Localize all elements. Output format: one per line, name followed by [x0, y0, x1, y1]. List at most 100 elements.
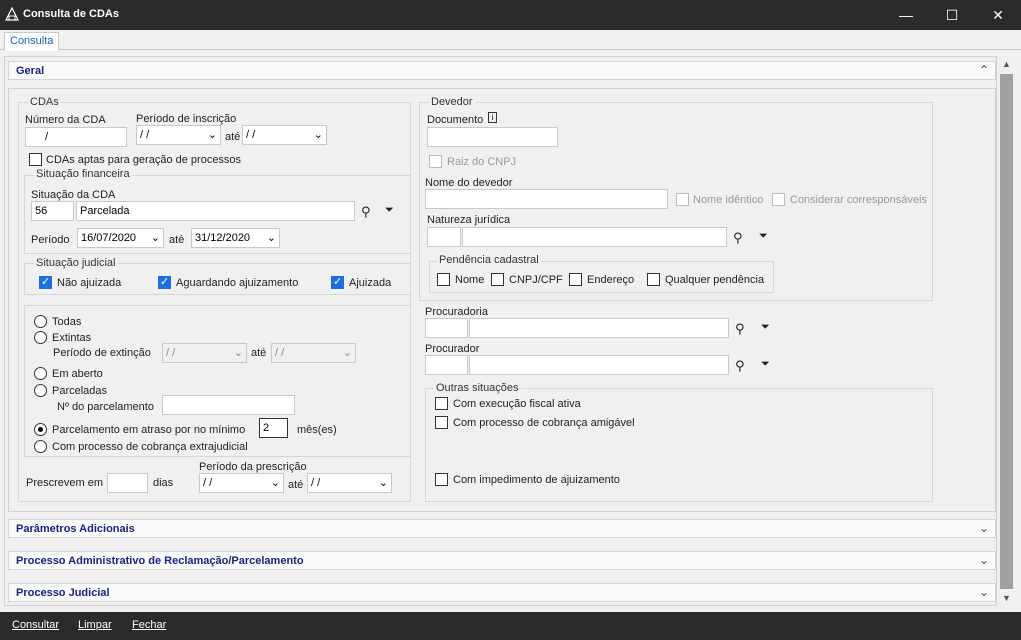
procuradoria-desc-input[interactable] [469, 318, 729, 338]
section-parametros-label: Parâmetros Adicionais [16, 523, 135, 535]
search-icon[interactable]: ⚲ [735, 321, 745, 337]
section-processo-judicial-label: Processo Judicial [16, 587, 110, 599]
pendencia-label: Pendência cadastral [437, 254, 541, 266]
parceladas-label: Parceladas [52, 385, 108, 397]
ajuizada-label: Ajuizada [349, 277, 392, 289]
natureza-label: Natureza jurídica [427, 214, 511, 226]
scroll-thumb[interactable] [1000, 74, 1013, 589]
limpar-button[interactable]: Limpar [78, 619, 112, 631]
periodo-ate-combo[interactable]: 31/12/2020 ⌄ [191, 228, 280, 248]
situacao-code-input[interactable]: 56 [31, 201, 74, 221]
section-parametros[interactable]: Parâmetros Adicionais ⌄ [8, 519, 996, 538]
search-icon[interactable]: ⚲ [735, 358, 745, 374]
chevron-up-icon[interactable]: ⌃ [979, 63, 989, 77]
execucao-label: Com execução fiscal ativa [453, 398, 581, 410]
periodo-extincao-label: Período de extinção [53, 347, 151, 359]
ate-label: até [251, 347, 267, 359]
procuradoria-code-input[interactable] [425, 318, 468, 338]
prescrevem-input[interactable] [107, 473, 148, 493]
tab-consulta[interactable]: Consulta [4, 32, 60, 51]
close-button[interactable]: ✕ [975, 0, 1021, 30]
chevron-down-icon: ⌄ [233, 347, 243, 359]
chevron-down-icon[interactable]: ⌄ [979, 521, 989, 535]
situacao-judicial-label: Situação judicial [34, 257, 118, 269]
num-parcelamento-input[interactable] [162, 395, 295, 415]
documento-input[interactable] [427, 127, 558, 147]
section-processo-admin-label: Processo Administrativo de Reclamação/Pa… [16, 555, 304, 567]
chevron-down-icon[interactable]: ⌄ [979, 553, 989, 567]
parceladas-radio[interactable] [34, 384, 47, 397]
aguardando-label: Aguardando ajuizamento [176, 277, 299, 289]
natureza-desc-input[interactable] [462, 227, 727, 247]
search-icon[interactable]: ⚲ [361, 204, 371, 220]
chevron-down-icon: ⌄ [378, 477, 388, 489]
nome-devedor-input[interactable] [425, 189, 668, 209]
execucao-checkbox[interactable] [435, 397, 448, 410]
filter-icon[interactable]: ⏷ [385, 204, 394, 217]
cobranca-extrajudicial-radio[interactable] [34, 440, 47, 453]
em-aberto-label: Em aberto [52, 368, 103, 380]
section-processo-judicial[interactable]: Processo Judicial ⌄ [8, 583, 996, 602]
procurador-label: Procurador [425, 343, 480, 355]
atraso-label: Parcelamento em atraso por no mínimo [52, 424, 246, 436]
procurador-code-input[interactable] [425, 355, 468, 375]
nao-ajuizada-label: Não ajuizada [57, 277, 122, 289]
minimize-button[interactable]: — [883, 0, 929, 30]
nao-ajuizada-checkbox[interactable] [39, 275, 52, 289]
pend-qualquer-checkbox[interactable] [647, 273, 660, 286]
periodo-extincao-ate[interactable]: / / ⌄ [271, 343, 356, 363]
extintas-radio[interactable] [34, 331, 47, 344]
aptas-checkbox[interactable] [29, 153, 42, 166]
num-parcelamento-label: Nº do parcelamento [57, 401, 154, 413]
ajuizada-checkbox[interactable] [331, 275, 344, 289]
scroll-up-icon[interactable]: ▲ [998, 56, 1015, 72]
periodo-extincao-de[interactable]: / / ⌄ [162, 343, 247, 363]
aguardando-checkbox[interactable] [158, 275, 171, 289]
fechar-button[interactable]: Fechar [132, 619, 166, 631]
filter-icon[interactable]: ⏷ [761, 321, 770, 334]
procurador-desc-input[interactable] [469, 355, 729, 375]
atraso-input[interactable]: 2 [259, 418, 288, 438]
filter-icon[interactable]: ⏷ [759, 230, 768, 243]
filter-icon[interactable]: ⏷ [761, 358, 770, 371]
chevron-down-icon: ⌄ [342, 347, 352, 359]
pend-endereco-label: Endereço [587, 274, 635, 286]
scroll-down-icon[interactable]: ▼ [998, 590, 1015, 606]
todas-radio[interactable] [34, 315, 47, 328]
numero-cda-input[interactable]: / [25, 127, 127, 147]
em-aberto-radio[interactable] [34, 367, 47, 380]
prescricao-de-combo[interactable]: / / ⌄ [199, 473, 284, 493]
raiz-cnpj-label: Raiz do CNPJ [447, 156, 517, 168]
section-processo-admin[interactable]: Processo Administrativo de Reclamação/Pa… [8, 551, 996, 570]
considerar-checkbox[interactable] [772, 193, 785, 206]
periodo-inscricao-label: Período de inscrição [136, 113, 237, 125]
maximize-button[interactable]: ☐ [929, 0, 975, 30]
numero-cda-label: Número da CDA [25, 114, 106, 126]
section-geral[interactable]: Geral ⌃ [8, 61, 996, 80]
nome-identico-checkbox[interactable] [676, 193, 689, 206]
chevron-down-icon[interactable]: ⌄ [979, 585, 989, 599]
atraso-radio[interactable] [34, 423, 47, 436]
info-icon[interactable]: i [488, 112, 497, 123]
raiz-cnpj-checkbox[interactable] [429, 155, 442, 168]
periodo-de-combo[interactable]: 16/07/2020 ⌄ [77, 228, 164, 248]
pend-nome-checkbox[interactable] [437, 273, 450, 286]
pend-endereco-checkbox[interactable] [569, 273, 582, 286]
chevron-down-icon: ⌄ [150, 232, 160, 244]
search-icon[interactable]: ⚲ [733, 230, 743, 246]
documento-label: Documento [427, 114, 484, 126]
prescricao-ate-combo[interactable]: / / ⌄ [307, 473, 392, 493]
section-geral-label: Geral [16, 65, 45, 77]
impedimento-checkbox[interactable] [435, 473, 448, 486]
natureza-code-input[interactable] [427, 227, 461, 247]
procuradoria-label: Procuradoria [425, 306, 488, 318]
pend-cnpj-checkbox[interactable] [491, 273, 504, 286]
periodo-inscricao-de[interactable]: / / ⌄ [136, 125, 221, 145]
todas-label: Todas [52, 316, 82, 328]
periodo-inscricao-ate[interactable]: / / ⌄ [242, 125, 327, 145]
nome-devedor-label: Nome do devedor [425, 177, 513, 189]
cobranca-amigavel-checkbox[interactable] [435, 416, 448, 429]
situacao-desc-input[interactable]: Parcelada [76, 201, 355, 221]
consultar-button[interactable]: Consultar [12, 619, 59, 631]
aptas-label: CDAs aptas para geração de processos [46, 154, 242, 166]
